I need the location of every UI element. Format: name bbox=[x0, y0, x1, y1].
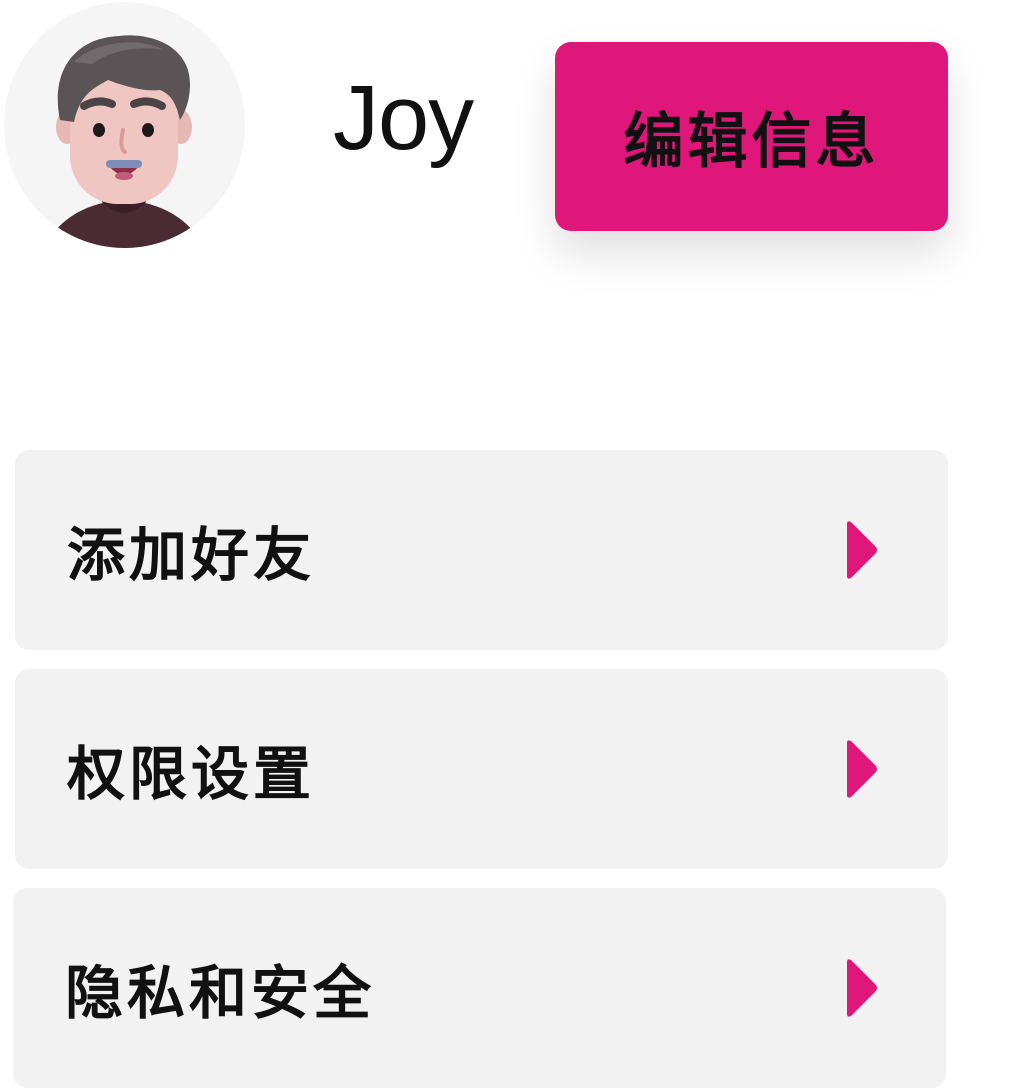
chevron-right-icon bbox=[847, 959, 877, 1017]
chevron-right-icon bbox=[847, 521, 877, 579]
chevron-right-icon bbox=[847, 740, 877, 798]
menu-item-label: 权限设置 bbox=[67, 740, 316, 808]
avatar-illustration bbox=[44, 35, 204, 248]
menu-item-label: 隐私和安全 bbox=[65, 959, 376, 1027]
edit-info-button[interactable]: 编辑信息 bbox=[555, 42, 948, 231]
menu-item-add-friend[interactable]: 添加好友 bbox=[15, 450, 948, 650]
menu-item-privacy-security[interactable]: 隐私和安全 bbox=[13, 888, 946, 1088]
menu-item-label: 添加好友 bbox=[67, 521, 316, 589]
edit-info-button-label: 编辑信息 bbox=[623, 107, 880, 177]
username: Joy bbox=[333, 67, 474, 169]
menu-item-permissions[interactable]: 权限设置 bbox=[15, 669, 948, 869]
avatar bbox=[4, 2, 245, 248]
